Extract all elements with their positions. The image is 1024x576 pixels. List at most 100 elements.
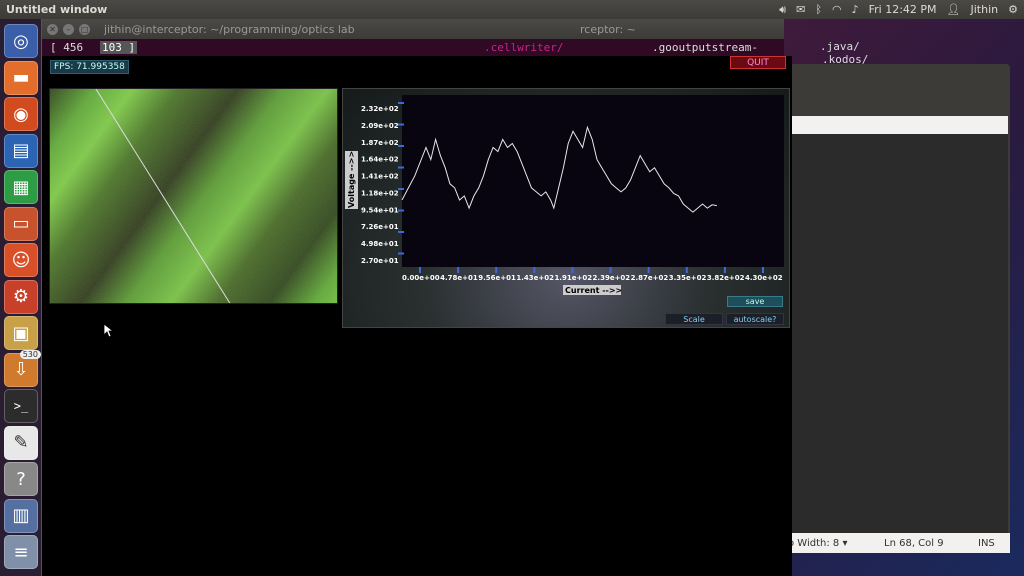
archive-icon: ▣ xyxy=(12,322,30,344)
terminal-title: jithin@interceptor: ~/programming/optics… xyxy=(104,22,355,36)
y-tick-label: 4.98e+01 xyxy=(361,240,399,248)
editor-text-area[interactable] xyxy=(792,134,1008,534)
optics-lab-window[interactable]: FPS: 71.995358 QUIT 2.32e+02 2.09e+02 1.… xyxy=(42,56,792,576)
fps-label: FPS: 71.995358 xyxy=(50,60,129,74)
x-axis-label: Current -->> xyxy=(565,286,622,295)
x-tick-label: 0.00e+00 xyxy=(402,274,440,282)
x-tick-label: 3.35e+02 xyxy=(669,274,707,282)
x-tick-label: 2.39e+02 xyxy=(593,274,631,282)
document-icon: ▤ xyxy=(12,140,30,161)
smiley-icon: ☺ xyxy=(11,249,31,271)
close-icon[interactable]: ✕ xyxy=(47,23,58,35)
editor-window[interactable] xyxy=(784,64,1010,552)
minimize-icon[interactable]: – xyxy=(63,23,74,35)
tab-width-selector[interactable]: o Width: 8 ▾ xyxy=(788,538,847,549)
quit-button[interactable]: QUIT xyxy=(730,56,786,69)
y-tick-label: 9.54e+01 xyxy=(361,206,399,214)
user-icon: 👤︎ xyxy=(946,3,961,16)
launcher-update-manager[interactable]: ⇩ 530 xyxy=(4,349,41,387)
x-tick-label: 2.87e+02 xyxy=(631,274,669,282)
bluetooth-icon[interactable]: ᛒ xyxy=(815,3,822,16)
plot-area xyxy=(402,95,784,267)
plot-panel: 2.32e+02 2.09e+02 1.87e+02 1.64e+02 1.41e+02… xyxy=(342,88,790,328)
launcher-text-editor[interactable]: ✎ xyxy=(4,425,38,460)
y-tick-label: 2.09e+02 xyxy=(361,122,399,130)
voltage-current-plot[interactable]: 2.32e+02 2.09e+02 1.87e+02 1.64e+02 1.41e+02… xyxy=(343,89,791,329)
camera-noise xyxy=(50,89,337,303)
launcher: ◎ ▬ ◉ ▤ ▦ ▭ ☺ ⚙ ▣ ⇩ 530 >_ ✎? ▥ ≡ xyxy=(0,19,42,576)
pencil-icon: ✎ xyxy=(13,432,29,453)
folder-icon: ▬ xyxy=(12,67,30,88)
volume-icon[interactable]: 🔊︎ xyxy=(779,3,786,17)
y-tick-labels: 2.32e+02 2.09e+02 1.87e+02 1.64e+02 1.41e+02… xyxy=(361,105,399,265)
launcher-archive[interactable]: ▣ xyxy=(4,316,38,350)
power-gear-icon[interactable]: ⚙ xyxy=(1008,3,1018,16)
launcher-ubuntu-dash[interactable]: ◎ xyxy=(4,24,38,58)
launcher-calc[interactable]: ▦ xyxy=(4,170,38,204)
insert-mode: INS xyxy=(978,537,995,549)
x-tick-labels: 0.00e+00 4.78e+01 9.56e+01 1.43e+02 1.91e+02… xyxy=(402,274,783,282)
x-tick-label: 1.43e+02 xyxy=(516,274,554,282)
trash-icon: ≡ xyxy=(13,541,29,563)
ubuntu-logo-icon: ◎ xyxy=(13,30,29,52)
maximize-icon[interactable]: □ xyxy=(79,23,90,35)
workspaces-icon: ▥ xyxy=(12,505,30,526)
launcher-files[interactable]: ▬ xyxy=(4,60,38,95)
y-tick-label: 1.18e+02 xyxy=(361,189,399,197)
x-tick-label: 3.82e+02 xyxy=(707,274,745,282)
launcher-firefox[interactable]: ◉ xyxy=(4,97,38,131)
user-name[interactable]: Jithin xyxy=(971,3,999,16)
clock[interactable]: Fri 12:42 PM xyxy=(869,3,937,16)
wifi-icon[interactable]: ◠ xyxy=(832,3,842,16)
update-icon: ⇩ xyxy=(13,359,29,380)
launcher-terminal[interactable]: >_ xyxy=(4,389,38,423)
terminal-icon: >_ xyxy=(13,399,29,413)
y-tick-label: 2.32e+02 xyxy=(361,105,399,113)
y-tick-label: 2.70e+01 xyxy=(361,257,399,265)
terminal-titlebar[interactable]: ✕ – □ jithin@interceptor: ~/programming/… xyxy=(42,19,784,39)
firefox-icon: ◉ xyxy=(13,103,29,125)
launcher-trash[interactable]: ≡ xyxy=(4,535,38,569)
scale-button[interactable]: Scale xyxy=(665,313,723,325)
terminal-file-1: .cellwriter/ xyxy=(484,41,564,54)
save-button[interactable]: save xyxy=(727,296,783,307)
y-tick-label: 7.26e+01 xyxy=(361,223,399,231)
launcher-writer[interactable]: ▤ xyxy=(4,133,38,168)
spreadsheet-icon: ▦ xyxy=(12,176,30,198)
terminal-text-left: [ 456 xyxy=(50,41,84,54)
top-panel: Untitled window 🔊︎ ✉ ᛒ ◠ ♪ Fri 12:42 PM … xyxy=(0,0,1024,19)
launcher-impress[interactable]: ▭ xyxy=(4,206,38,241)
window-title: Untitled window xyxy=(6,3,108,16)
launcher-workspace-switcher[interactable]: ▥ xyxy=(4,498,38,533)
y-tick-label: 1.64e+02 xyxy=(361,156,399,164)
camera-image xyxy=(50,89,337,303)
update-count-badge: 530 xyxy=(19,349,41,359)
question-icon: ? xyxy=(16,468,26,490)
terminal-text-left-2: 103 ] xyxy=(100,41,138,54)
y-tick-label: 1.87e+02 xyxy=(361,139,399,147)
x-tick-label: 4.30e+02 xyxy=(745,274,783,282)
x-tick-label: 4.78e+01 xyxy=(440,274,478,282)
x-tick-label: 9.56e+01 xyxy=(478,274,516,282)
presentation-icon: ▭ xyxy=(12,213,30,234)
y-axis-label: Voltage -->> xyxy=(347,151,356,208)
sound-icon[interactable]: ♪ xyxy=(852,3,859,16)
terminal-window[interactable]: ✕ – □ jithin@interceptor: ~/programming/… xyxy=(42,19,784,67)
gear-icon: ⚙ xyxy=(12,286,30,307)
camera-feed[interactable] xyxy=(49,88,338,304)
terminal-output-line: [ 456 103 ] .cellwriter/ .gooutputstream… xyxy=(42,39,784,67)
terminal-title-2: rceptor: ~ xyxy=(580,22,636,36)
launcher-help[interactable]: ? xyxy=(4,462,38,496)
launcher-software-center[interactable]: ☺ xyxy=(4,243,38,277)
editor-statusbar: o Width: 8 ▾ Ln 68, Col 9 INS xyxy=(784,533,1010,553)
cursor-position: Ln 68, Col 9 xyxy=(884,537,944,549)
system-tray: 🔊︎ ✉ ᛒ ◠ ♪ Fri 12:42 PM 👤︎ Jithin ⚙ xyxy=(779,3,1024,17)
mouse-cursor-icon xyxy=(104,324,114,338)
y-tick-label: 1.41e+02 xyxy=(361,173,399,181)
editor-tab-bar xyxy=(792,116,1008,134)
terminal-file-3: .java/ xyxy=(820,40,860,53)
launcher-settings[interactable]: ⚙ xyxy=(4,279,38,314)
x-tick-label: 1.91e+02 xyxy=(554,274,592,282)
mail-icon[interactable]: ✉ xyxy=(796,3,805,16)
autoscale-button[interactable]: autoscale? xyxy=(726,313,784,325)
